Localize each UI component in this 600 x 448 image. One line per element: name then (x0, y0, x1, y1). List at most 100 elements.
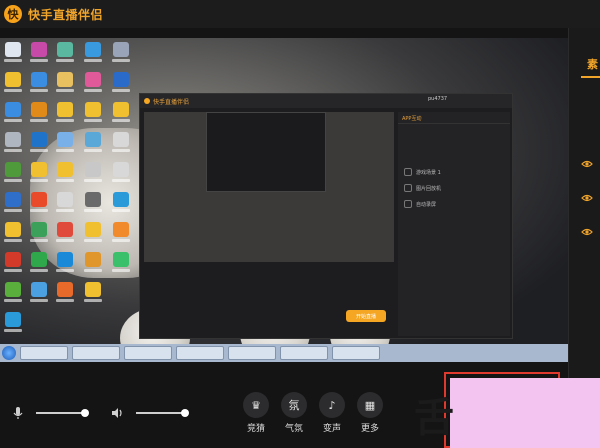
desktop-icons-col-5 (110, 42, 132, 276)
speaker-volume-slider[interactable] (136, 409, 190, 417)
app-logo-icon: 快 (4, 5, 22, 23)
taskbar-item (228, 346, 276, 360)
pk-label: 竞猜 (246, 424, 265, 434)
desktop-icon[interactable] (2, 72, 24, 96)
eye-icon[interactable] (581, 192, 593, 204)
desktop-icon[interactable] (54, 72, 76, 96)
live-companion-window: 快 快手直播伴侣 快手直播伴侣 pu4737 APP互动 游戏场景 1 图片回放… (0, 0, 600, 448)
desktop-icon[interactable] (110, 132, 132, 156)
voice-change-label: 变声 (322, 424, 341, 434)
watermark-logo: 舌 (414, 395, 454, 441)
tab-sources[interactable]: 素 (587, 56, 598, 72)
atmosphere-label: 气氛 (284, 424, 303, 434)
desktop-icon[interactable] (28, 162, 50, 186)
desktop-icon[interactable] (82, 192, 104, 216)
taskbar-item (72, 346, 120, 360)
voice-change-button[interactable]: ♪ 变声 (314, 392, 350, 434)
nested-side-tab: APP互动 (398, 112, 510, 124)
desktop-icon[interactable] (110, 222, 132, 246)
app-title: 快手直播伴侣 (28, 7, 104, 22)
desktop-icon[interactable] (110, 102, 132, 126)
desktop-icon[interactable] (54, 252, 76, 276)
taskbar-item (176, 346, 224, 360)
desktop-icon[interactable] (82, 132, 104, 156)
desktop-icon[interactable] (2, 252, 24, 276)
desktop-icon[interactable] (54, 192, 76, 216)
music-note-icon: ♪ (319, 392, 345, 418)
desktop-icon[interactable] (2, 282, 24, 306)
desktop-icon[interactable] (2, 102, 24, 126)
tab-underline (581, 76, 600, 78)
taskbar-item (124, 346, 172, 360)
eye-icon[interactable] (581, 158, 593, 170)
desktop-icon[interactable] (28, 132, 50, 156)
speaker-icon[interactable] (110, 406, 124, 420)
nested-preview (144, 112, 394, 262)
desktop-icon[interactable] (28, 282, 50, 306)
desktop-icon[interactable] (28, 222, 50, 246)
desktop-icon[interactable] (28, 252, 50, 276)
desktop-icon[interactable] (28, 102, 50, 126)
desktop-icons-col-1 (2, 42, 24, 336)
desktop-icon[interactable] (2, 162, 24, 186)
nested-scene-row: 游戏场景 1 (398, 164, 510, 180)
desktop-icon[interactable] (110, 72, 132, 96)
desktop-icon[interactable] (54, 162, 76, 186)
pk-button[interactable]: ♛ 竞猜 (238, 392, 274, 434)
taskbar-item (332, 346, 380, 360)
nested-scene-label: 游戏场景 1 (416, 169, 441, 176)
nested-scene-label: 图片回放机 (416, 185, 442, 192)
desktop-icon[interactable] (82, 72, 104, 96)
atmosphere-icon: 氛 (281, 392, 307, 418)
trophy-icon: ♛ (243, 392, 269, 418)
desktop-icon[interactable] (2, 222, 24, 246)
desktop-icon[interactable] (28, 72, 50, 96)
desktop-icon[interactable] (82, 252, 104, 276)
desktop-icon[interactable] (2, 312, 24, 336)
windows-start-icon (2, 346, 16, 360)
desktop-icon[interactable] (2, 132, 24, 156)
desktop-icon[interactable] (82, 42, 104, 66)
nested-scene-label: 自动录屏 (416, 201, 437, 208)
more-label: 更多 (360, 424, 379, 434)
desktop-icon[interactable] (82, 102, 104, 126)
desktop-icon[interactable] (110, 192, 132, 216)
atmosphere-button[interactable]: 氛 气氛 (276, 392, 312, 434)
nested-sub-preview (206, 112, 326, 192)
desktop-icon[interactable] (28, 42, 50, 66)
taskbar-item (280, 346, 328, 360)
desktop-icon[interactable] (110, 252, 132, 276)
eye-icon[interactable] (581, 226, 593, 238)
desktop-icon[interactable] (54, 222, 76, 246)
desktop-icon[interactable] (82, 282, 104, 306)
desktop-icon[interactable] (110, 162, 132, 186)
live-preview[interactable]: 快手直播伴侣 pu4737 APP互动 游戏场景 1 图片回放机 自动录屏 开始… (0, 38, 568, 362)
desktop-icon[interactable] (110, 42, 132, 66)
nested-start-button: 开始直播 (346, 310, 386, 322)
scene-icon (404, 200, 412, 208)
mic-volume-slider[interactable] (36, 409, 90, 417)
desktop-icon[interactable] (28, 192, 50, 216)
grid-icon: ▦ (357, 392, 383, 418)
more-button[interactable]: ▦ 更多 (352, 392, 388, 434)
desktop-icon[interactable] (82, 222, 104, 246)
desktop-icons-col-3 (54, 42, 76, 306)
desktop-icon[interactable] (82, 162, 104, 186)
desktop-icon[interactable] (2, 192, 24, 216)
desktop-icon[interactable] (2, 42, 24, 66)
nested-side-toolbar (398, 124, 510, 164)
desktop-icon[interactable] (54, 132, 76, 156)
nested-companion-window: 快手直播伴侣 pu4737 APP互动 游戏场景 1 图片回放机 自动录屏 开始… (139, 93, 513, 339)
mic-volume-knob[interactable] (81, 409, 90, 417)
scene-icon (404, 184, 412, 192)
desktop-icons-col-2 (28, 42, 50, 306)
speaker-volume-knob[interactable] (181, 409, 190, 417)
nested-title: 快手直播伴侣 (153, 98, 190, 106)
microphone-icon[interactable] (12, 406, 24, 420)
desktop-icon[interactable] (54, 102, 76, 126)
title-bar: 快 快手直播伴侣 (0, 0, 600, 28)
nested-title-bar: 快手直播伴侣 (140, 94, 512, 108)
scene-icon (404, 168, 412, 176)
desktop-icon[interactable] (54, 282, 76, 306)
desktop-icon[interactable] (54, 42, 76, 66)
